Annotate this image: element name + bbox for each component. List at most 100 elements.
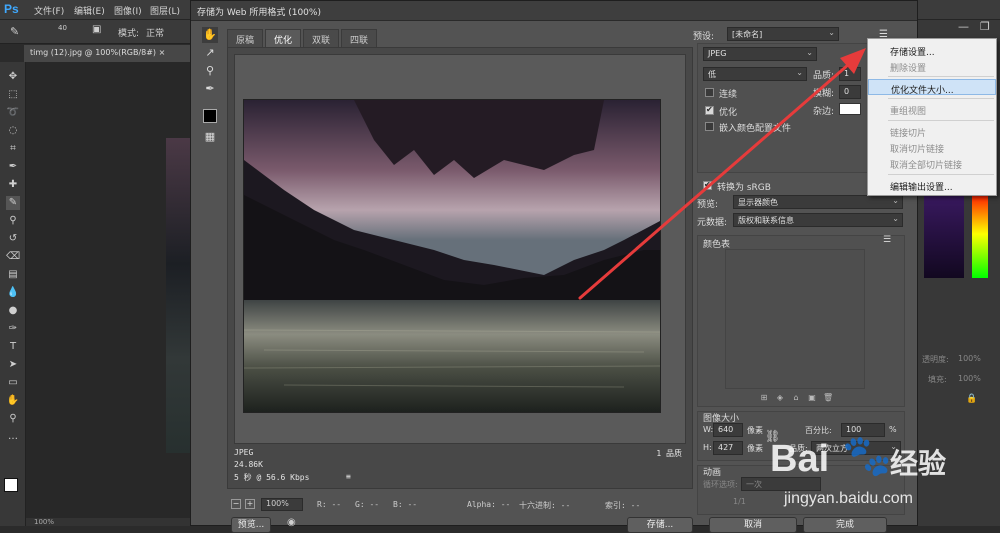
opacity-value[interactable]: 100% bbox=[958, 354, 981, 363]
more-tools-icon[interactable]: … bbox=[6, 430, 20, 444]
menu-file[interactable]: 文件(F) bbox=[34, 4, 64, 17]
preset-label: 预设: bbox=[693, 32, 715, 42]
view-tabs: 原稿 优化 双联 四联 bbox=[227, 29, 693, 47]
brush-tool-icon[interactable]: ✎ bbox=[6, 196, 20, 210]
delete-color-icon[interactable]: 🗑 bbox=[823, 393, 833, 403]
status-bar: 100% bbox=[26, 518, 194, 526]
mode-select[interactable]: 正常 bbox=[146, 26, 164, 39]
dodge-tool-icon[interactable]: ● bbox=[6, 304, 20, 318]
menu-save-settings[interactable]: 存储设置... bbox=[868, 42, 996, 58]
marquee-tool-icon[interactable]: ⬚ bbox=[6, 88, 20, 102]
format-select[interactable]: JPEG ⌄ bbox=[703, 47, 817, 61]
quality-preset-select[interactable]: 低 ⌄ bbox=[703, 67, 807, 81]
web-shift-icon[interactable]: ◈ bbox=[775, 393, 785, 403]
pen-tool-icon[interactable]: ✑ bbox=[6, 322, 20, 336]
menu-link-slices: 链接切片 bbox=[890, 129, 927, 139]
brush-icon[interactable]: ✎ bbox=[10, 25, 19, 38]
convert-srgb-checkbox[interactable] bbox=[703, 180, 712, 190]
optimize-context-menu: 存储设置... 删除设置 优化文件大小... 重组视图 链接切片 取消切片链接 … bbox=[867, 38, 997, 196]
shape-tool-icon[interactable]: ▭ bbox=[6, 376, 20, 390]
menu-edit[interactable]: 编辑(E) bbox=[74, 4, 105, 17]
optimized-checkbox[interactable] bbox=[705, 105, 714, 115]
zoom-in-button[interactable]: + bbox=[245, 499, 255, 509]
gradient-tool-icon[interactable]: ▤ bbox=[6, 268, 20, 282]
hand-icon[interactable]: ✋ bbox=[202, 27, 218, 43]
path-select-icon[interactable]: ➤ bbox=[6, 358, 20, 372]
preset-select[interactable]: [未命名] ⌄ bbox=[727, 27, 839, 41]
loop-label: 循环选项: bbox=[703, 480, 738, 489]
download-speed-menu-icon[interactable]: ≡ bbox=[346, 472, 351, 481]
tab-2up[interactable]: 双联 bbox=[303, 29, 340, 47]
quick-select-icon[interactable]: ◌ bbox=[6, 124, 20, 138]
eyedropper-icon[interactable]: ✒ bbox=[202, 81, 218, 97]
lock-color-icon[interactable]: ⌂ bbox=[791, 393, 801, 403]
browser-icon[interactable]: ◉ bbox=[287, 517, 296, 528]
move-tool-icon[interactable]: ✥ bbox=[6, 70, 20, 84]
width-input[interactable]: 640 bbox=[713, 423, 743, 437]
dialog-title: 存储为 Web 所用格式 (100%) bbox=[191, 1, 917, 21]
color-picker-field[interactable] bbox=[924, 190, 964, 278]
eyedropper-tool-icon[interactable]: ✒ bbox=[6, 160, 20, 174]
healing-tool-icon[interactable]: ✚ bbox=[6, 178, 20, 192]
lock-icon[interactable]: 🔒 bbox=[966, 394, 977, 404]
tab-4up[interactable]: 四联 bbox=[341, 29, 378, 47]
crop-tool-icon[interactable]: ⌗ bbox=[6, 142, 20, 156]
blur-input[interactable]: 0 bbox=[839, 85, 861, 99]
zoom-tool-icon[interactable]: ⚲ bbox=[6, 412, 20, 426]
hand-tool-icon[interactable]: ✋ bbox=[6, 394, 20, 408]
fill-value[interactable]: 100% bbox=[958, 374, 981, 383]
menu-layer[interactable]: 图层(L) bbox=[150, 4, 180, 17]
width-unit: 像素 bbox=[747, 426, 763, 435]
toolbox: ✥ ⬚ ➰ ◌ ⌗ ✒ ✚ ✎ ⚲ ↺ ⌫ ▤ 💧 ● ✑ T ➤ ▭ ✋ ⚲ … bbox=[0, 62, 26, 526]
readout-b: B: -- bbox=[393, 500, 418, 509]
restore-icon[interactable]: ❐ bbox=[980, 20, 990, 33]
type-tool-icon[interactable]: T bbox=[6, 340, 20, 354]
history-brush-icon[interactable]: ↺ bbox=[6, 232, 20, 246]
tab-original[interactable]: 原稿 bbox=[227, 29, 264, 47]
menu-unlink-slice: 取消切片链接 bbox=[890, 145, 945, 155]
hue-slider[interactable] bbox=[972, 190, 988, 278]
menu-image[interactable]: 图像(I) bbox=[114, 4, 142, 17]
preview-info: JPEG 24.86K 5 秒 @ 56.6 Kbps ≡ 1 品质 bbox=[234, 446, 686, 486]
brush-size[interactable]: 40 bbox=[58, 24, 67, 32]
zoom-out-button[interactable]: − bbox=[231, 499, 241, 509]
chevron-down-icon: ⌄ bbox=[892, 214, 899, 223]
save-button[interactable]: 存储... bbox=[627, 517, 693, 533]
toggle-slices-icon[interactable]: ▦ bbox=[202, 129, 218, 145]
brush-panel-icon[interactable]: ▣ bbox=[92, 24, 101, 35]
preview-button[interactable]: 预览... bbox=[231, 517, 271, 533]
new-color-icon[interactable]: ▣ bbox=[807, 393, 817, 403]
preview-filesize: 24.86K bbox=[234, 460, 263, 469]
metadata-select[interactable]: 版权和联系信息 ⌄ bbox=[733, 213, 903, 227]
menu-repopulate-views: 重组视图 bbox=[890, 107, 927, 117]
frame-counter: 1/1 bbox=[733, 497, 746, 506]
blur-tool-icon[interactable]: 💧 bbox=[6, 286, 20, 300]
progressive-checkbox[interactable] bbox=[705, 88, 714, 97]
color-table-menu-icon[interactable]: ☰ bbox=[883, 235, 891, 245]
photoshop-logo: Ps bbox=[4, 2, 19, 16]
eyedropper-color-swatch[interactable] bbox=[203, 109, 217, 123]
minimize-icon[interactable]: — bbox=[958, 20, 969, 33]
slice-select-icon[interactable]: ↗ bbox=[202, 45, 218, 61]
zoom-select[interactable]: 100% bbox=[261, 498, 303, 511]
menu-optimize-file-size[interactable]: 优化文件大小... bbox=[868, 79, 996, 96]
stamp-tool-icon[interactable]: ⚲ bbox=[6, 214, 20, 228]
menu-separator bbox=[888, 174, 994, 175]
tab-optimized[interactable]: 优化 bbox=[265, 29, 302, 47]
preview-color-select[interactable]: 显示器颜色 ⌄ bbox=[733, 195, 903, 209]
menu-edit-output-settings[interactable]: 编辑输出设置... bbox=[868, 177, 996, 193]
height-input[interactable]: 427 bbox=[713, 441, 743, 455]
map-color-icon[interactable]: ⊞ bbox=[759, 393, 769, 403]
metadata-value: 版权和联系信息 bbox=[738, 216, 794, 225]
lasso-tool-icon[interactable]: ➰ bbox=[6, 106, 20, 120]
close-icon[interactable]: × bbox=[159, 48, 166, 57]
optimized-preview-image[interactable] bbox=[243, 99, 661, 413]
eraser-tool-icon[interactable]: ⌫ bbox=[6, 250, 20, 264]
width-label: W: bbox=[703, 425, 714, 434]
embed-profile-checkbox[interactable] bbox=[705, 122, 714, 131]
document-tab[interactable]: timg (12).jpg @ 100%(RGB/8#) × bbox=[24, 45, 194, 63]
foreground-color-swatch[interactable] bbox=[4, 478, 18, 492]
quality-input[interactable]: 1 bbox=[839, 67, 861, 81]
matte-swatch[interactable] bbox=[839, 103, 861, 115]
zoom-icon[interactable]: ⚲ bbox=[202, 63, 218, 79]
